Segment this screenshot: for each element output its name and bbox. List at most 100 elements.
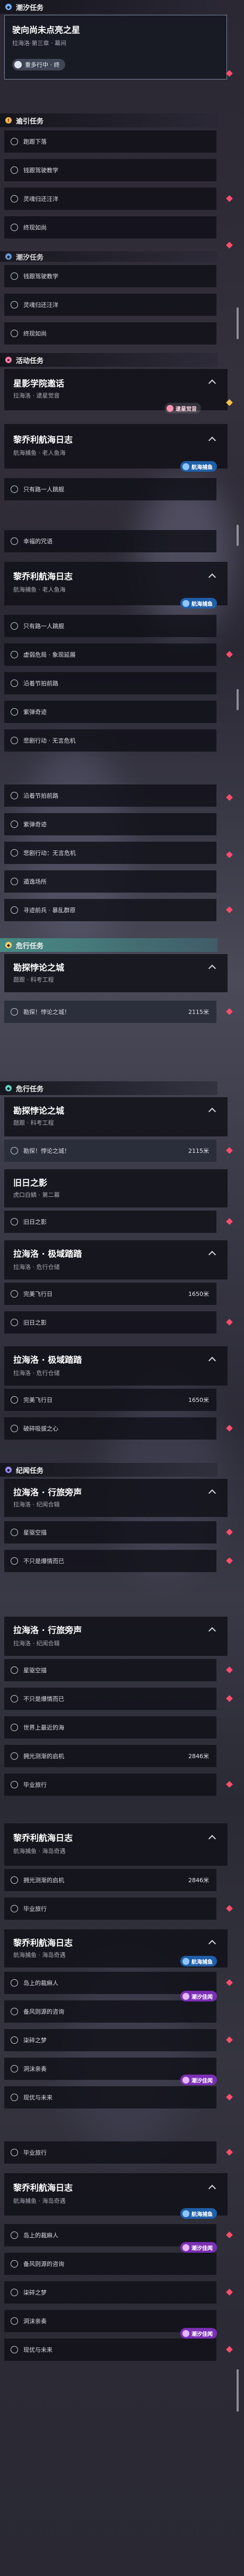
scrollbar[interactable] <box>237 2369 239 2412</box>
quest-card-top[interactable]: 驶向尚未点亮之星 拉海洛·第三章 · 幕间 重多行中 · 终 <box>4 15 227 80</box>
list-item[interactable]: 柒碎之梦 <box>4 2029 216 2051</box>
list-item[interactable]: 旧日之影 <box>4 1211 216 1233</box>
chevron-up-icon[interactable] <box>208 1107 216 1116</box>
chevron-up-icon[interactable] <box>208 1834 216 1843</box>
list-item[interactable]: 星驱空描 <box>4 1521 216 1543</box>
star-icon <box>167 404 173 412</box>
list-item[interactable]: 悲剧行动 · 无言危机 <box>4 729 216 752</box>
quest-card-pole[interactable]: 拉海洛 · 极域踏踏 拉海洛 · 危行仓储 <box>4 1240 228 1280</box>
list-item[interactable]: 终现如尚 <box>4 216 216 239</box>
chevron-up-icon[interactable] <box>208 1250 216 1259</box>
section-header-tide[interactable]: ◆ 潮汐任务 <box>0 251 217 262</box>
list-item[interactable]: 世界上最近的海 <box>4 1716 216 1739</box>
objective-dot-icon <box>11 1724 18 1731</box>
chevron-up-icon[interactable] <box>208 1939 216 1948</box>
list-item[interactable]: 拥光测渐的启机 2846米 <box>4 1745 216 1767</box>
list-item[interactable]: 勘探！悖论之城！ 2115米 <box>4 1140 216 1162</box>
list-item[interactable]: 幸福的咒语 <box>4 530 216 552</box>
list-item[interactable]: 星驱空描 <box>4 1659 216 1681</box>
chevron-up-icon[interactable] <box>208 436 216 445</box>
quest-card-paradox[interactable]: 勘探悖论之城 题跟 · 科考工程 <box>4 954 228 992</box>
list-item[interactable]: 毕业旅行 <box>4 1774 216 1796</box>
list-item[interactable]: 紫弹奇迹 <box>4 701 216 723</box>
quest-title: 黎乔利航海日志 <box>13 571 73 581</box>
item-label: 钱跟驾驶教学 <box>23 273 58 280</box>
list-item[interactable]: 只有路一人跳舰 <box>4 615 216 637</box>
scrollbar[interactable] <box>237 525 239 546</box>
objective-dot-icon <box>11 330 18 337</box>
track-marker-icon <box>226 1425 233 1432</box>
chevron-up-icon[interactable] <box>208 1489 216 1497</box>
section-header-legend[interactable]: ◆ 纪闻任务 <box>0 1463 217 1477</box>
list-item[interactable]: 不只是爆情而已 <box>4 1550 216 1572</box>
objective-dot-icon <box>11 2149 18 2156</box>
objective-dot-icon <box>11 878 18 885</box>
section-title: 潮汐任务 <box>16 253 44 262</box>
tag-label: 潮汐佳闻 <box>191 2331 213 2337</box>
list-item[interactable]: 旧日之影 <box>4 1311 216 1334</box>
track-marker-icon <box>226 1319 233 1326</box>
list-item[interactable]: 勘探！悖论之城！ 2115米 <box>4 1001 216 1023</box>
item-label: 现优与未来 <box>23 2346 53 2353</box>
quest-tag: 逮星觉音 <box>164 403 201 413</box>
list-item[interactable]: 跑跟下落 <box>4 130 216 153</box>
quest-card-log3[interactable]: 黎乔利航海日志 航海捕鱼 · 海岛奇遇 <box>4 1823 228 1866</box>
list-item[interactable]: 紫弹奇迹 <box>4 813 216 835</box>
quest-subtitle: 拉海洛 · 危行仓储 <box>13 1370 60 1377</box>
list-item[interactable]: 拥光测渐的启机 2846米 <box>4 1869 216 1891</box>
quest-title: 驶向尚未点亮之星 <box>12 25 81 35</box>
list-item[interactable]: 遁逸场所 <box>4 870 216 893</box>
chevron-up-icon[interactable] <box>208 1356 216 1365</box>
list-item[interactable]: 灵魂归还汪洋 <box>4 294 216 316</box>
list-item[interactable]: 钱跟驾驶教学 <box>4 265 216 287</box>
item-label: 毕业旅行 <box>23 1781 47 1788</box>
section-header-activity[interactable]: ★ 活动任务 <box>0 353 217 367</box>
section-header-side[interactable]: ◆ 危行任务 <box>0 1081 217 1095</box>
list-item[interactable]: 沿着节拍前路 <box>4 784 216 807</box>
objective-dot-icon <box>11 1218 18 1225</box>
list-item[interactable]: 完美飞行日 1650米 <box>4 1389 216 1411</box>
list-item[interactable]: 备风则源的咨询 <box>4 2253 216 2275</box>
list-item[interactable]: 毕业旅行 <box>4 1898 216 1920</box>
chevron-up-icon[interactable] <box>208 2184 216 2193</box>
list-item[interactable]: 毕业旅行 <box>4 2141 216 2164</box>
quest-card-paradox[interactable]: 勘探悖论之城 题跟 · 科考工程 <box>4 1097 228 1136</box>
section-header-wander[interactable]: ! 逾引任务 <box>0 113 217 127</box>
list-item[interactable]: 柒碎之梦 <box>4 2281 216 2304</box>
item-label: 只有路一人跳舰 <box>23 486 64 493</box>
section-header-realm[interactable]: ◆ 危行任务 <box>0 938 217 952</box>
scrollbar[interactable] <box>237 689 239 710</box>
chevron-up-icon[interactable] <box>208 964 216 973</box>
list-item[interactable]: 钱跟驾驶教学 <box>4 159 216 181</box>
ship-icon <box>182 599 189 607</box>
list-item[interactable]: 现优与未来 <box>4 2339 216 2361</box>
scrollbar[interactable] <box>237 307 239 339</box>
list-item[interactable]: 虚弱危局 · 象现延展 <box>4 643 216 666</box>
quest-card-pole[interactable]: 拉海洛 · 极域踏踏 拉海洛 · 危行仓储 <box>4 1346 228 1386</box>
list-item[interactable]: 完美飞行日 1650米 <box>4 1283 216 1305</box>
list-item[interactable]: 只有路一人跳舰 <box>4 478 216 500</box>
quest-card-lahai[interactable]: 拉海洛 · 行旅旁声 拉海洛 · 纪闻合辑 <box>4 1479 228 1517</box>
chevron-up-icon[interactable] <box>208 573 216 581</box>
list-item[interactable]: 不只是爆情而已 <box>4 1688 216 1710</box>
quest-card-old-shadow[interactable]: 旧日之影 虎口白鳞 · 第二幕 <box>4 1169 228 1207</box>
list-item[interactable]: 破碎吸拔之心 <box>4 1417 216 1440</box>
list-item[interactable]: 备风则源的咨询 <box>4 2000 216 2023</box>
objective-dot-icon <box>11 224 18 231</box>
list-item[interactable]: 沿着节拍前路 <box>4 672 216 694</box>
quest-card-lahai[interactable]: 拉海洛 · 行旅旁声 拉海洛 · 纪闻合辑 <box>4 1617 228 1656</box>
objective-dot-icon <box>11 2260 18 2268</box>
list-item[interactable]: 悲剧行动：无言危机 <box>4 842 216 864</box>
quest-title: 拉海洛 · 行旅旁声 <box>13 1625 82 1635</box>
list-item[interactable]: 灵魂归还汪洋 <box>4 188 216 210</box>
section-header-tide[interactable]: ◆ 潮汐任务 <box>0 0 217 14</box>
item-label: 只有路一人跳舰 <box>23 623 64 630</box>
chevron-up-icon[interactable] <box>208 379 216 387</box>
quest-progress-pill[interactable]: 重多行中 · 终 <box>12 59 65 70</box>
list-item[interactable]: 终现如尚 <box>4 322 216 345</box>
item-label: 灵魂归还汪洋 <box>23 302 58 308</box>
list-item[interactable]: 寻迹前兵 · 暴乱群原 <box>4 899 216 921</box>
chevron-up-icon[interactable] <box>208 1627 216 1635</box>
list-item[interactable]: 现优与未来 <box>4 2086 216 2109</box>
track-marker-icon <box>226 2094 233 2101</box>
